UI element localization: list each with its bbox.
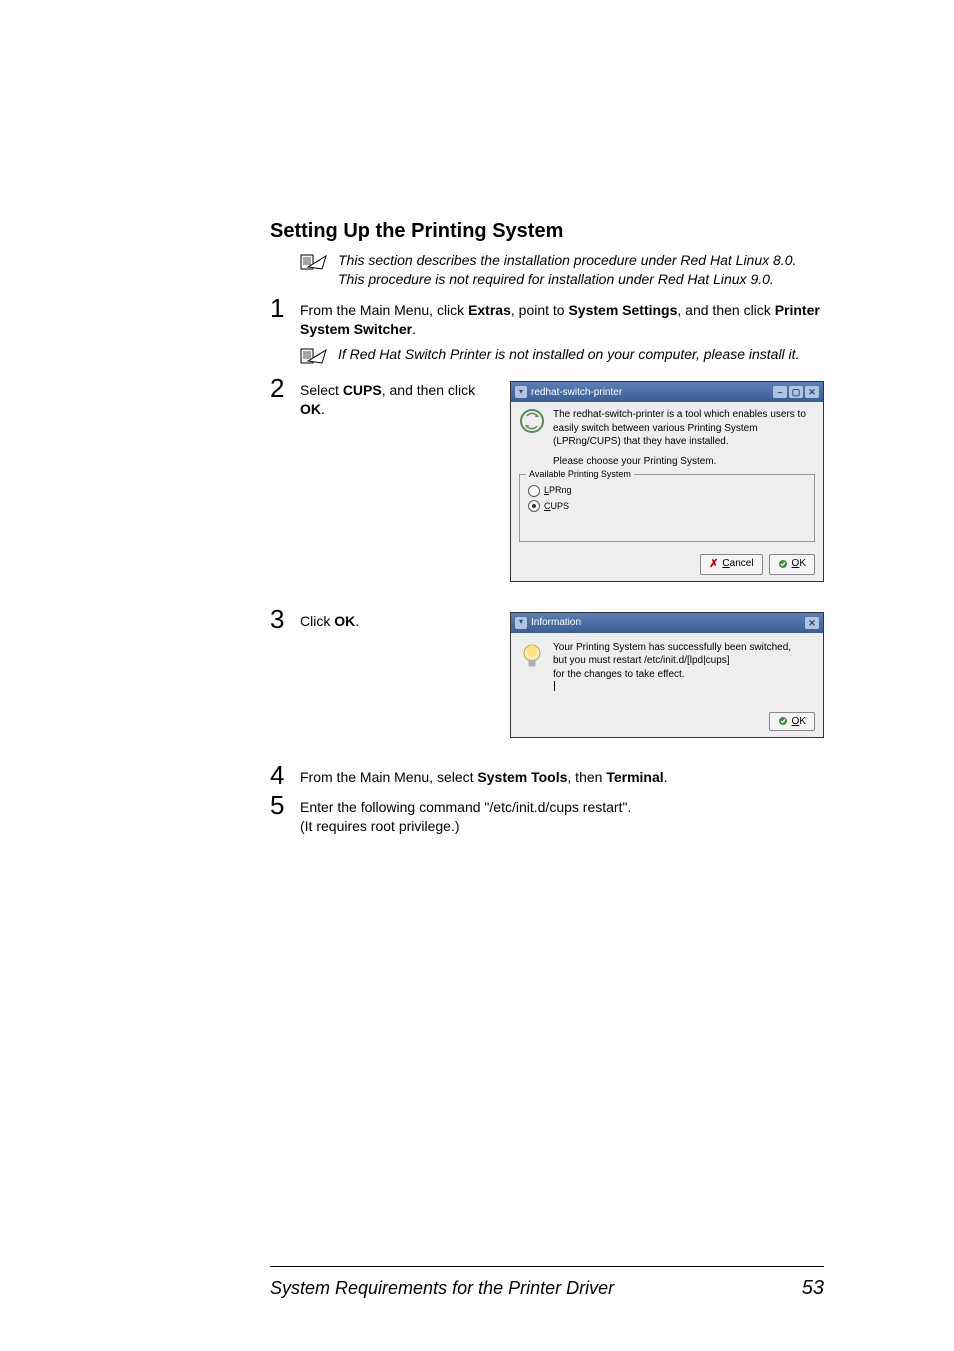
radio-icon xyxy=(528,485,540,497)
text: OK xyxy=(334,613,355,629)
redhat-switch-printer-dialog: ▾ redhat-switch-printer – ▢ ✕ xyxy=(510,381,824,581)
ok-check-icon xyxy=(778,716,788,726)
text: Your Printing System has successfully be… xyxy=(553,641,791,655)
button-label: Cancel xyxy=(722,557,753,571)
text: Select xyxy=(300,382,343,398)
step-1-text: From the Main Menu, click Extras, point … xyxy=(300,295,824,339)
dialog-titlebar: ▾ redhat-switch-printer – ▢ ✕ xyxy=(511,382,823,402)
note-icon xyxy=(300,253,328,276)
cancel-x-icon: ✗ xyxy=(709,557,718,572)
information-dialog: ▾ Information ✕ xyxy=(510,612,824,739)
step-number: 1 xyxy=(270,295,300,321)
footer-title: System Requirements for the Printer Driv… xyxy=(270,1278,614,1299)
dialog-title: Information xyxy=(531,616,581,630)
step-3-text: Click OK. xyxy=(300,612,500,759)
radio-cups[interactable]: CUPS xyxy=(528,500,806,512)
text: . xyxy=(321,401,325,417)
step-2-text: Select CUPS, and then click OK. xyxy=(300,381,500,601)
text: . xyxy=(355,613,359,629)
maximize-icon[interactable]: ▢ xyxy=(789,386,803,398)
minimize-icon[interactable]: – xyxy=(773,386,787,398)
button-label: OK xyxy=(792,715,806,729)
close-icon[interactable]: ✕ xyxy=(805,617,819,629)
dialog-description: The redhat-switch-printer is a tool whic… xyxy=(553,408,815,449)
printer-switch-icon xyxy=(519,408,545,434)
radio-lprng[interactable]: LPRng xyxy=(528,484,806,496)
ok-check-icon xyxy=(778,559,788,569)
radio-icon xyxy=(528,500,540,512)
text-cursor xyxy=(554,681,555,691)
window-menu-icon[interactable]: ▾ xyxy=(515,386,527,398)
note-icon xyxy=(300,347,328,370)
close-icon[interactable]: ✕ xyxy=(805,386,819,398)
dialog-prompt: Please choose your Printing System. xyxy=(553,455,815,469)
page-number: 53 xyxy=(802,1277,824,1300)
step-number: 5 xyxy=(270,792,300,818)
text: System Tools xyxy=(477,769,567,785)
window-menu-icon[interactable]: ▾ xyxy=(515,617,527,629)
text: Extras xyxy=(468,302,511,318)
text: System Settings xyxy=(568,302,677,318)
text: , then xyxy=(567,769,606,785)
text: for the changes to take effect. xyxy=(553,668,791,682)
cancel-button[interactable]: ✗ Cancel xyxy=(700,554,762,575)
text: Terminal xyxy=(606,769,663,785)
section-heading: Setting Up the Printing System xyxy=(270,220,824,243)
text: but you must restart /etc/init.d/[lpd|cu… xyxy=(553,654,791,668)
available-printing-system-group: Available Printing System LPRng CUPS xyxy=(519,474,815,541)
text: From the Main Menu, select xyxy=(300,769,477,785)
text: Enter the following command "/etc/init.d… xyxy=(300,798,824,817)
radio-label: PRng xyxy=(549,485,572,495)
note-text: If Red Hat Switch Printer is not install… xyxy=(338,345,799,364)
fieldset-legend: Available Printing System xyxy=(526,468,634,480)
dialog-titlebar: ▾ Information ✕ xyxy=(511,613,823,633)
radio-label: UPS xyxy=(551,501,570,511)
step-4-text: From the Main Menu, select System Tools,… xyxy=(300,762,824,787)
text: CUPS xyxy=(343,382,382,398)
dialog-title: redhat-switch-printer xyxy=(531,386,622,400)
info-lightbulb-icon xyxy=(519,641,545,667)
text: OK xyxy=(300,401,321,417)
text: . xyxy=(412,321,416,337)
text: , and then click xyxy=(677,302,774,318)
button-label: OK xyxy=(792,557,806,571)
step-number: 2 xyxy=(270,375,300,401)
step-5-text: Enter the following command "/etc/init.d… xyxy=(300,792,824,836)
text: Click xyxy=(300,613,334,629)
text: , and then click xyxy=(382,382,475,398)
ok-button[interactable]: OK xyxy=(769,712,815,732)
text: From the Main Menu, click xyxy=(300,302,468,318)
info-message: Your Printing System has successfully be… xyxy=(553,641,791,696)
step-number: 4 xyxy=(270,762,300,788)
note-text: This section describes the installation … xyxy=(338,251,824,289)
text: . xyxy=(664,769,668,785)
text: , point to xyxy=(511,302,569,318)
step-number: 3 xyxy=(270,606,300,632)
ok-button[interactable]: OK xyxy=(769,554,815,575)
text: (It requires root privilege.) xyxy=(300,817,824,836)
